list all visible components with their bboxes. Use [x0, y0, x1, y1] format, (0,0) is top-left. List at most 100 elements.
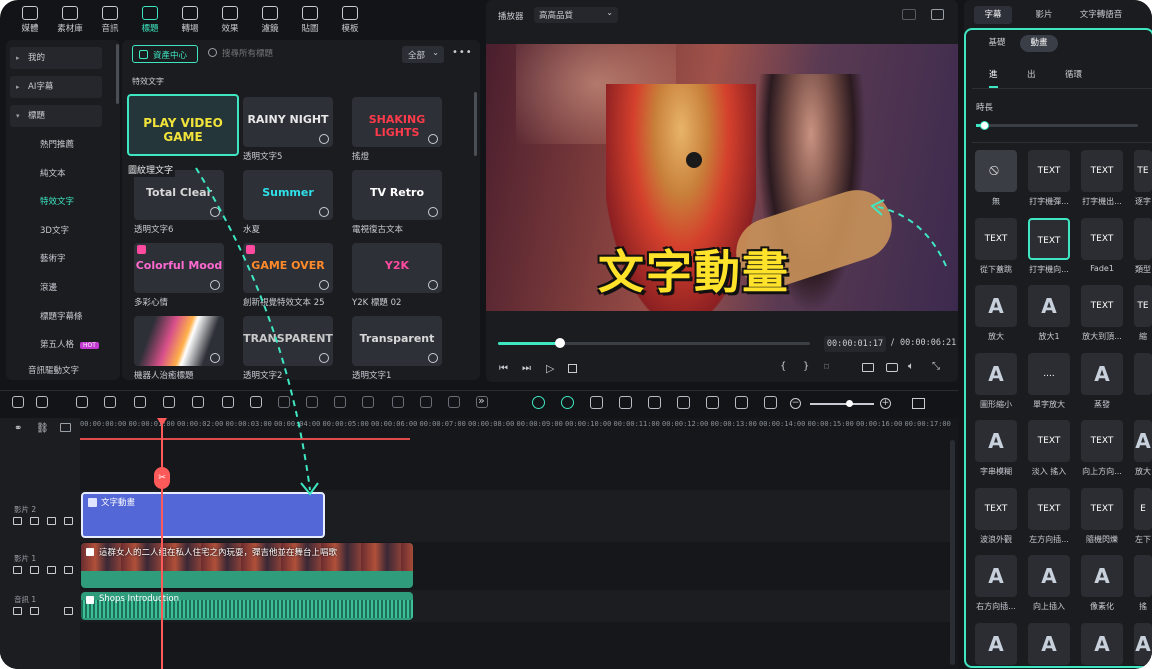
duration-label: 時長	[976, 103, 994, 113]
property-subtab[interactable]: 基礎	[978, 35, 1016, 52]
preset-glyph: TEXT	[984, 233, 1008, 244]
preset-glyph: A	[1094, 631, 1110, 656]
preset-glyph: TE	[1137, 166, 1149, 176]
animation-preset[interactable]: A	[975, 285, 1017, 327]
preset-label: 逐字	[1135, 197, 1151, 206]
animation-preset[interactable]: TEXT	[1081, 285, 1123, 327]
preset-glyph: TEXT	[1090, 503, 1114, 514]
duration-slider[interactable]	[976, 121, 1138, 130]
preset-label: 單字放大	[1033, 399, 1065, 409]
preset-glyph: A	[1041, 294, 1057, 318]
preset-label: 像素化	[1090, 602, 1114, 611]
preset-glyph: TEXT	[1037, 436, 1061, 446]
animation-preset[interactable]: E	[1134, 487, 1152, 530]
preset-glyph: TEXT	[984, 503, 1008, 514]
preset-label: 搖	[1139, 602, 1147, 611]
preset-label: 蒸發	[1094, 399, 1110, 409]
preset-label: 左方向插...	[1029, 534, 1069, 544]
animation-preset[interactable]	[1134, 352, 1152, 395]
right-panel-tab[interactable]: 字幕	[974, 6, 1012, 24]
curve-arrow	[873, 205, 947, 267]
preset-glyph: A	[988, 429, 1004, 453]
animation-preset[interactable]: A	[975, 555, 1017, 597]
animation-preset[interactable]: ⃠	[975, 150, 1017, 192]
preset-glyph: A	[1094, 564, 1110, 588]
preset-label: 放大到頂...	[1082, 332, 1122, 341]
preset-glyph: A	[1135, 429, 1151, 453]
animation-preset[interactable]: TEXT	[975, 217, 1017, 260]
preset-glyph: A	[988, 564, 1004, 588]
animation-preset[interactable]: TEXT	[1081, 217, 1123, 260]
animation-preset[interactable]: A	[1028, 555, 1070, 597]
preset-label: 打字機彈...	[1029, 197, 1069, 206]
preset-label: 打字機出...	[1082, 197, 1122, 206]
animation-preset[interactable]: A	[1081, 555, 1123, 597]
animation-preset[interactable]: TEXT	[1028, 150, 1070, 192]
preset-glyph: A	[1094, 361, 1110, 386]
preset-glyph: TEXT	[1090, 301, 1114, 311]
animation-preset[interactable]: TEXT	[1028, 487, 1070, 530]
preset-label: 向上插入	[1033, 602, 1065, 611]
animation-preset[interactable]: A	[1028, 622, 1070, 665]
preset-glyph: A	[1041, 631, 1057, 656]
animation-preset[interactable]: TE	[1134, 150, 1152, 192]
preset-glyph: TEXT	[1090, 166, 1114, 176]
preset-glyph: TE	[1137, 301, 1149, 311]
animation-preset[interactable]: A	[975, 352, 1017, 395]
preset-label: 右方向插...	[976, 602, 1016, 611]
animation-preset[interactable]: A	[1081, 622, 1123, 665]
preset-glyph: TEXT	[1037, 503, 1061, 514]
preset-label: 隨機閃爍	[1086, 534, 1118, 544]
preset-glyph: A	[988, 361, 1004, 386]
animation-tab[interactable]: 循環	[1065, 68, 1082, 80]
animation-preset[interactable]: ....	[1028, 352, 1070, 395]
preset-label: 字串模糊	[980, 467, 1012, 476]
preset-label: 淡入 搖入	[1031, 467, 1067, 476]
animation-tab[interactable]: 出	[1027, 68, 1036, 80]
preset-glyph: TEXT	[1037, 166, 1061, 176]
animation-preset[interactable]: TEXT	[975, 487, 1017, 530]
animation-preset[interactable]	[1134, 217, 1152, 260]
preset-glyph: ....	[1043, 368, 1055, 379]
preset-label: 左下	[1135, 534, 1151, 544]
right-panel-tab[interactable]: 文字轉語音	[1070, 6, 1132, 24]
animation-preset[interactable]: TEXT	[1028, 217, 1070, 260]
preset-label: 縮	[1139, 332, 1147, 341]
preset-glyph: TEXT	[1090, 233, 1114, 244]
preset-glyph: TEXT	[1037, 235, 1061, 246]
preset-label: 從下蓋跳	[980, 264, 1012, 274]
animation-preset[interactable]: A	[1028, 285, 1070, 327]
animation-preset[interactable]: TEXT	[1081, 150, 1123, 192]
preset-label: 打字機向...	[1029, 264, 1069, 274]
preset-label: 放大1	[1038, 332, 1060, 341]
animation-preset[interactable]: TE	[1134, 285, 1152, 327]
preset-divider	[972, 142, 1152, 143]
animation-preset[interactable]: A	[1134, 622, 1152, 665]
animation-tab[interactable]: 進	[989, 68, 998, 88]
preset-label: 圖形縮小	[980, 399, 1012, 409]
preset-label: 波浪外觀	[980, 534, 1012, 544]
animation-preset[interactable]: A	[975, 622, 1017, 665]
preset-glyph: A	[988, 294, 1004, 318]
drag-arrow	[195, 167, 311, 491]
property-subtab[interactable]: 動畫	[1020, 35, 1058, 52]
preset-glyph: TEXT	[1090, 436, 1114, 446]
preset-label: 向上方向...	[1082, 467, 1122, 476]
preset-glyph: A	[1135, 631, 1151, 656]
animation-preset[interactable]: TEXT	[1028, 420, 1070, 462]
animation-preset[interactable]	[1134, 555, 1152, 597]
preset-label: Fade1	[1090, 263, 1114, 273]
anim-tabs-divider	[972, 88, 1152, 89]
preset-label: 放大	[1135, 467, 1151, 476]
animation-preset[interactable]: A	[1081, 352, 1123, 395]
animation-preset[interactable]: A	[975, 420, 1017, 462]
preset-glyph: A	[1041, 564, 1057, 588]
preset-label: 類型	[1135, 264, 1151, 274]
animation-preset[interactable]: TEXT	[1081, 487, 1123, 530]
animation-preset[interactable]: A	[1134, 420, 1152, 462]
preset-glyph: E	[1140, 503, 1146, 514]
animation-preset[interactable]: TEXT	[1081, 420, 1123, 462]
app-window: 媒體 素材庫 音訊 標題 轉場 效果 濾鏡 貼圖 模板 ▸ 我的 ▸ AI字幕 ▾ 標題 熱門推薦 純文本特…	[0, 0, 1152, 669]
right-panel-tab[interactable]: 影片	[1024, 6, 1064, 24]
preset-glyph: A	[988, 631, 1004, 656]
